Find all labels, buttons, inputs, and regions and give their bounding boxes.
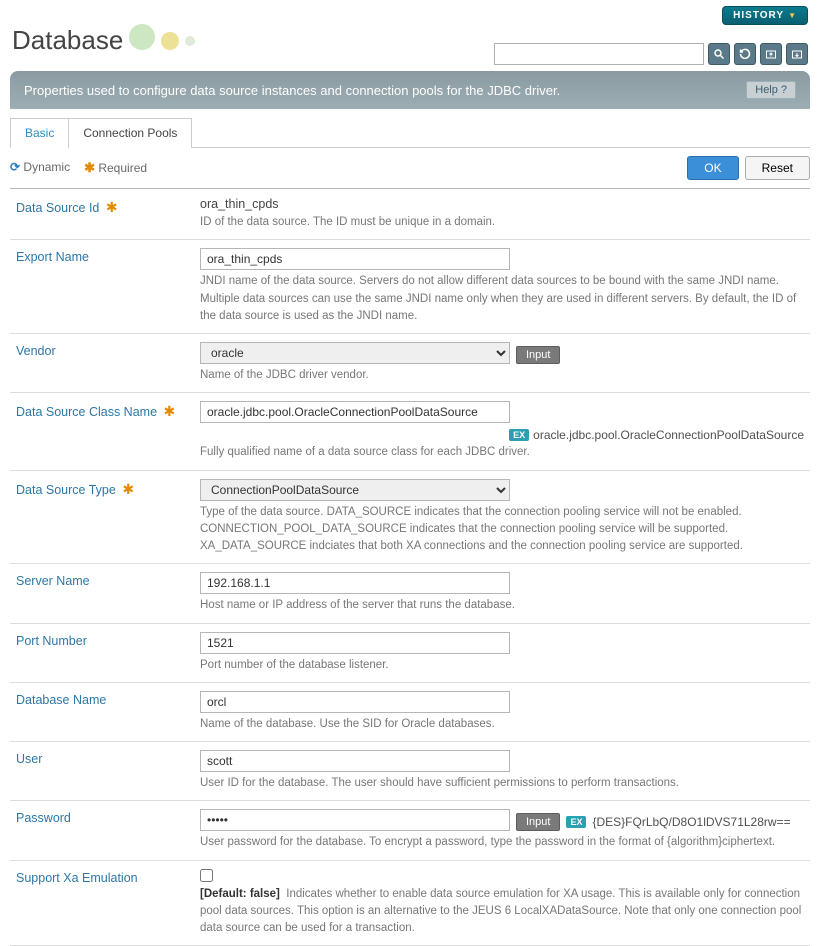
desc-vendor: Name of the JDBC driver vendor.	[200, 367, 804, 384]
vendor-select[interactable]: oracle	[200, 342, 510, 364]
xml-import-icon[interactable]	[786, 43, 808, 65]
desc-database-name: Name of the database. Use the SID for Or…	[200, 716, 804, 733]
desc-xa-emulation: [Default: false] Indicates whether to en…	[200, 886, 804, 938]
desc-ds-type: Type of the data source. DATA_SOURCE ind…	[200, 504, 804, 556]
required-icon: ✱	[164, 403, 176, 419]
example-text: {DES}FQrLbQ/D8O1lDVS71L28rw==	[592, 815, 790, 829]
decor-bubble	[185, 36, 195, 46]
example-text: oracle.jdbc.pool.OracleConnectionPoolDat…	[533, 428, 804, 442]
example-badge: EX	[566, 816, 586, 828]
server-name-input[interactable]	[200, 572, 510, 594]
dynamic-icon: ⟳	[10, 160, 20, 174]
help-icon: ?	[781, 84, 787, 96]
port-number-input[interactable]	[200, 632, 510, 654]
password-input[interactable]	[200, 809, 510, 831]
decor-bubble	[161, 32, 179, 50]
password-input-button[interactable]: Input	[516, 813, 560, 831]
vendor-input-button[interactable]: Input	[516, 346, 560, 364]
tab-connection-pools[interactable]: Connection Pools	[68, 118, 192, 148]
required-icon: ✱	[106, 199, 118, 215]
history-label: HISTORY	[733, 10, 784, 21]
history-button[interactable]: HISTORY ▼	[722, 6, 808, 25]
page-title: Database	[12, 25, 123, 56]
chevron-down-icon: ▼	[788, 11, 797, 20]
label-database-name: Database Name	[16, 693, 106, 707]
legend-required: ✱ Required	[84, 160, 147, 176]
ds-type-select[interactable]: ConnectionPoolDataSource	[200, 479, 510, 501]
desc-ds-class: Fully qualified name of a data source cl…	[200, 444, 804, 461]
label-data-source-id: Data Source Id	[16, 201, 99, 215]
xml-export-icon[interactable]	[760, 43, 782, 65]
label-vendor: Vendor	[16, 344, 56, 358]
help-button[interactable]: Help ?	[746, 81, 796, 99]
label-server-name: Server Name	[16, 574, 90, 588]
search-icon[interactable]	[708, 43, 730, 65]
desc-server-name: Host name or IP address of the server th…	[200, 597, 804, 614]
reset-button[interactable]: Reset	[745, 156, 810, 180]
export-name-input[interactable]	[200, 248, 510, 270]
tab-basic[interactable]: Basic	[10, 118, 69, 148]
legend-dynamic: ⟳ Dynamic	[10, 160, 70, 176]
label-ds-class: Data Source Class Name	[16, 405, 157, 419]
search-input[interactable]	[494, 43, 704, 65]
label-ds-type: Data Source Type	[16, 483, 116, 497]
user-input[interactable]	[200, 750, 510, 772]
label-password: Password	[16, 811, 71, 825]
value-data-source-id: ora_thin_cpds	[200, 197, 804, 211]
decor-bubble	[129, 24, 155, 50]
xa-emulation-checkbox[interactable]	[200, 869, 213, 882]
example-badge: EX	[509, 429, 529, 441]
desc-port-number: Port number of the database listener.	[200, 657, 804, 674]
refresh-icon[interactable]	[734, 43, 756, 65]
required-icon: ✱	[122, 481, 134, 497]
desc-data-source-id: ID of the data source. The ID must be un…	[200, 214, 804, 231]
label-user: User	[16, 752, 42, 766]
label-port-number: Port Number	[16, 634, 87, 648]
label-xa-emulation: Support Xa Emulation	[16, 871, 138, 885]
ok-button[interactable]: OK	[687, 156, 738, 180]
ds-class-input[interactable]	[200, 401, 510, 423]
page-description: Properties used to configure data source…	[24, 83, 560, 98]
label-export-name: Export Name	[16, 250, 89, 264]
required-icon: ✱	[84, 160, 95, 175]
database-name-input[interactable]	[200, 691, 510, 713]
desc-password: User password for the database. To encry…	[200, 834, 804, 851]
desc-export-name: JNDI name of the data source. Servers do…	[200, 273, 804, 325]
desc-user: User ID for the database. The user shoul…	[200, 775, 804, 792]
